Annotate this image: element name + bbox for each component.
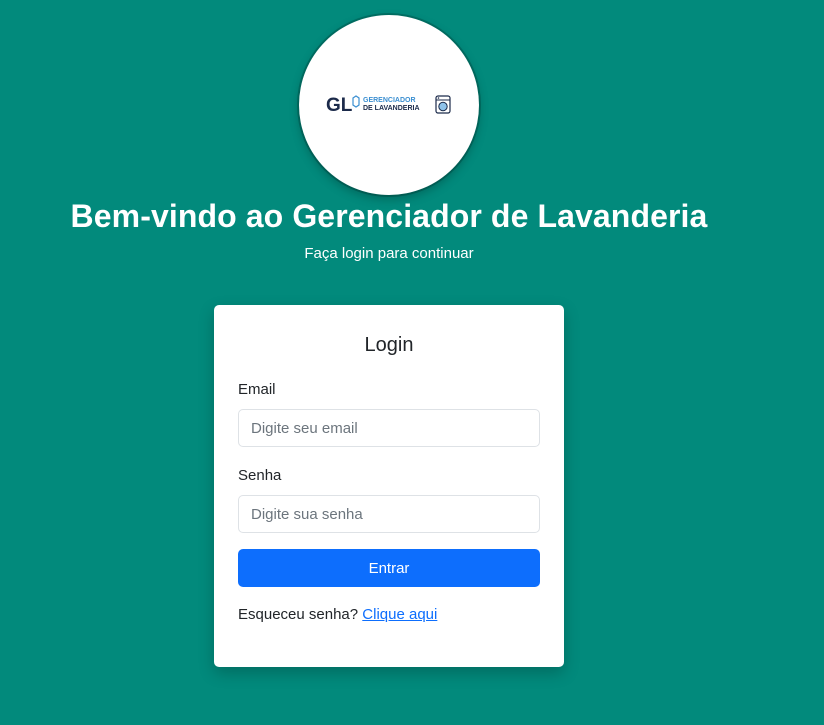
forgot-password-row: Esqueceu senha? Clique aqui bbox=[238, 605, 437, 625]
login-card-title: Login bbox=[364, 334, 414, 356]
svg-text:DE LAVANDERIA: DE LAVANDERIA bbox=[363, 105, 420, 112]
email-label: Email bbox=[238, 381, 276, 398]
password-field[interactable] bbox=[238, 495, 540, 533]
login-submit-button[interactable]: Entrar bbox=[238, 549, 540, 587]
laundry-manager-logo: GL GERENCIADOR DE LAVANDERIA bbox=[326, 95, 451, 116]
svg-text:GL: GL bbox=[326, 95, 353, 116]
svg-text:GERENCIADOR: GERENCIADOR bbox=[363, 97, 416, 104]
welcome-subtitle: Faça login para continuar bbox=[304, 245, 474, 262]
login-card: Login Email Senha Entrar Esqueceu senha?… bbox=[214, 305, 564, 667]
forgot-password-text: Esqueceu senha? bbox=[238, 606, 359, 623]
forgot-password-link[interactable]: Clique aqui bbox=[362, 606, 437, 623]
logo-avatar: GL GERENCIADOR DE LAVANDERIA bbox=[299, 15, 479, 195]
welcome-title: Bem-vindo ao Gerenciador de Lavanderia bbox=[70, 198, 708, 234]
email-field[interactable] bbox=[238, 409, 540, 447]
password-label: Senha bbox=[238, 467, 282, 484]
